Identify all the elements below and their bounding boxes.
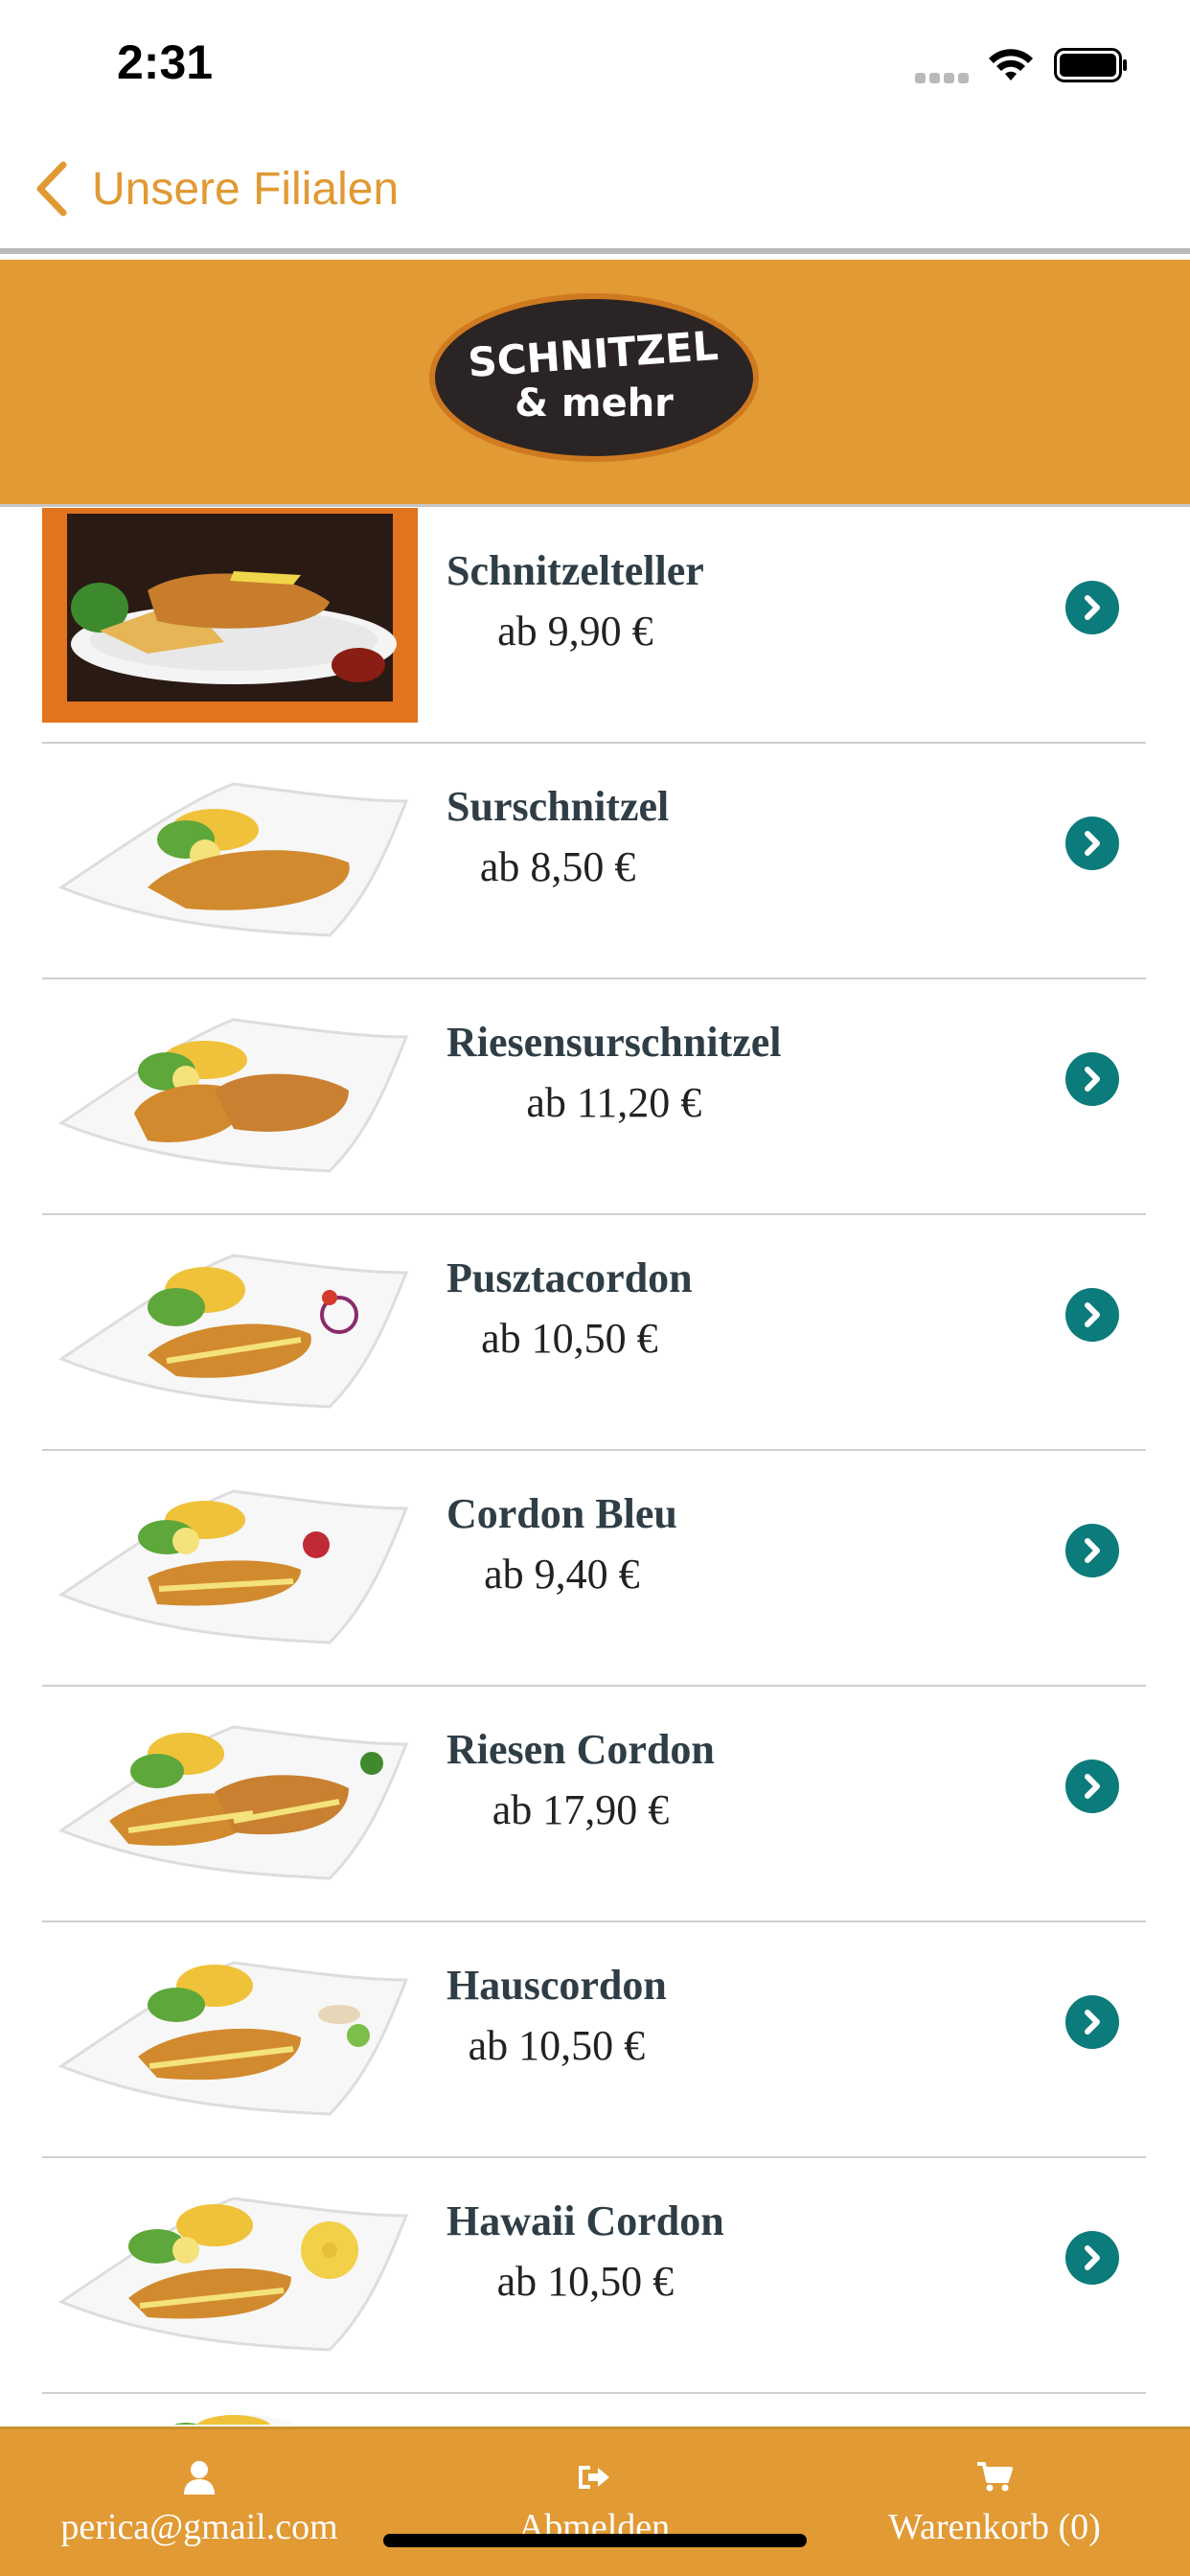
food-image: [42, 1215, 418, 1430]
menu-item-name: Cordon Bleu: [446, 1490, 677, 1537]
menu-item-riesen-cordon[interactable]: Riesen Cordon ab 17,90 €: [42, 1687, 1146, 1922]
menu-item-name: Pusztacordon: [446, 1254, 693, 1301]
brand-logo: SCHNITZEL & mehr: [429, 293, 759, 462]
food-image: [42, 1687, 418, 1901]
chevron-right-icon[interactable]: [1065, 1052, 1119, 1106]
menu-item-price: ab 17,90 €: [492, 1786, 670, 1833]
chevron-right-icon[interactable]: [1065, 2231, 1119, 2285]
brand-banner: SCHNITZEL & mehr: [0, 260, 1190, 507]
menu-item-riesensurschnitzel[interactable]: Riesensurschnitzel ab 11,20 €: [42, 979, 1146, 1215]
wifi-icon: [989, 49, 1033, 80]
tab-cart-label: Warenkorb (0): [888, 2507, 1101, 2547]
menu-item-text: Schnitzelteller ab 9,90 €: [446, 546, 704, 656]
menu-item-hauscordon[interactable]: Hauscordon ab 10,50 €: [42, 1922, 1146, 2158]
tab-account-label: perica@gmail.com: [60, 2507, 338, 2547]
menu-item-price: ab 10,50 €: [481, 1315, 658, 1362]
sign-out-icon: [579, 2466, 609, 2489]
food-image: [42, 979, 418, 1194]
status-time: 2:31: [117, 35, 214, 89]
cart-icon: [977, 2462, 1013, 2492]
menu-item-text: Hauscordon ab 10,50 €: [446, 1961, 667, 2070]
menu-item-name: Riesensurschnitzel: [446, 1019, 782, 1066]
tab-account[interactable]: perica@gmail.com: [56, 2429, 343, 2576]
menu-item-name: Riesen Cordon: [446, 1726, 715, 1773]
menu-item-pusztacordon[interactable]: Pusztacordon ab 10,50 €: [42, 1215, 1146, 1451]
menu-item-name: Hawaii Cordon: [446, 2197, 724, 2244]
chevron-right-icon[interactable]: [1065, 1995, 1119, 2049]
menu-item-text: Hawaii Cordon ab 10,50 €: [446, 2196, 724, 2306]
status-bar: 2:31: [0, 0, 1190, 134]
navigation-bar: Unsere Filialen: [0, 134, 1190, 254]
back-button[interactable]: Unsere Filialen: [34, 155, 399, 222]
menu-item-name: Hauscordon: [446, 1962, 667, 2009]
menu-item-text: Riesensurschnitzel ab 11,20 €: [446, 1018, 782, 1127]
menu-item-text: Cordon Bleu ab 9,40 €: [446, 1489, 677, 1598]
menu-item-text: Pusztacordon ab 10,50 €: [446, 1254, 693, 1363]
chevron-right-icon[interactable]: [1065, 581, 1119, 634]
menu-item-name: Schnitzelteller: [446, 547, 704, 594]
cellular-signal-icon: [915, 71, 973, 88]
menu-item-price: ab 9,90 €: [497, 608, 653, 655]
menu-list: Schnitzelteller ab 9,90 € Surschnitzel a…: [0, 508, 1190, 2425]
chevron-right-icon[interactable]: [1065, 1288, 1119, 1342]
food-image: [42, 2394, 418, 2425]
food-image: [42, 1922, 418, 2137]
chevron-left-icon: [36, 161, 67, 217]
chevron-right-icon[interactable]: [1065, 816, 1119, 870]
menu-item-schnitzelteller[interactable]: Schnitzelteller ab 9,90 €: [42, 508, 1146, 744]
chevron-right-icon[interactable]: [1065, 1760, 1119, 1813]
food-image: [42, 1451, 418, 1666]
logo-text-line2: & mehr: [515, 381, 674, 426]
food-image: [42, 2158, 418, 2373]
menu-item-name: Surschnitzel: [446, 783, 670, 830]
menu-item-hawaii-cordon[interactable]: Hawaii Cordon ab 10,50 €: [42, 2158, 1146, 2394]
home-indicator[interactable]: [383, 2534, 807, 2547]
back-button-label: Unsere Filialen: [92, 163, 400, 215]
tab-cart[interactable]: Warenkorb (0): [851, 2429, 1138, 2576]
food-image: [42, 744, 418, 958]
menu-item-surschnitzel[interactable]: Surschnitzel ab 8,50 €: [42, 744, 1146, 979]
tab-logout[interactable]: Abmelden: [450, 2429, 738, 2576]
menu-item-price: ab 10,50 €: [468, 2022, 646, 2069]
food-image: [42, 508, 418, 723]
battery-icon: [1054, 48, 1127, 82]
menu-item-price: ab 10,50 €: [496, 2258, 675, 2305]
menu-item-price: ab 9,40 €: [484, 1551, 640, 1598]
menu-item-partial[interactable]: [42, 2394, 1146, 2425]
menu-item-price: ab 8,50 €: [479, 843, 636, 890]
user-icon: [184, 2461, 215, 2495]
menu-item-cordon-bleu[interactable]: Cordon Bleu ab 9,40 €: [42, 1451, 1146, 1687]
menu-item-price: ab 11,20 €: [526, 1079, 702, 1126]
bottom-tab-bar: perica@gmail.com Abmelden Warenkorb (0): [0, 2426, 1190, 2576]
menu-item-text: Riesen Cordon ab 17,90 €: [446, 1725, 715, 1834]
chevron-right-icon[interactable]: [1065, 1524, 1119, 1577]
menu-item-text: Surschnitzel ab 8,50 €: [446, 782, 669, 891]
